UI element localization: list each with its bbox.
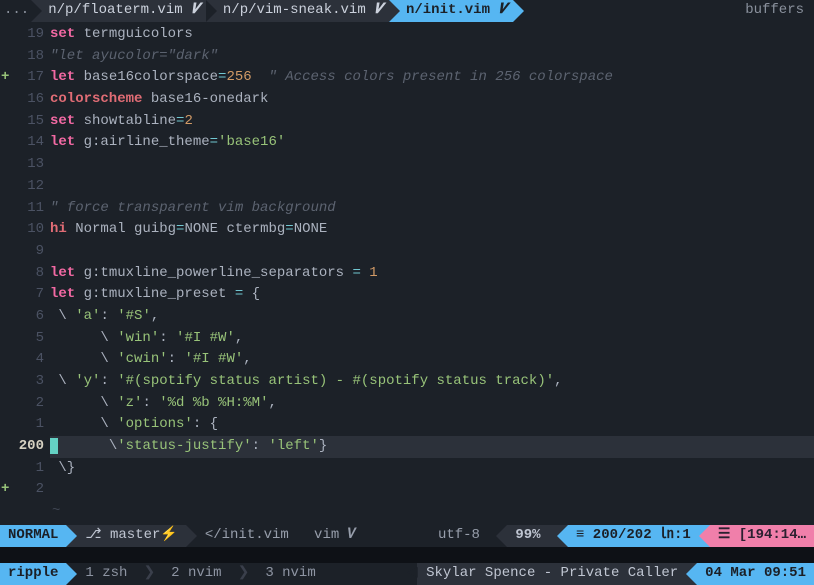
tab-label: n/p/vim-sneak.vim bbox=[223, 0, 366, 22]
branch-icon: ⎇ bbox=[85, 525, 101, 547]
git-add-sign: + bbox=[0, 479, 14, 501]
tab-label: n/p/floaterm.vim bbox=[48, 0, 182, 22]
tab-floaterm[interactable]: n/p/floaterm.vim 𝑽 bbox=[42, 0, 206, 22]
tab-sep bbox=[31, 0, 42, 22]
separator-gap bbox=[0, 547, 814, 563]
editor[interactable]: + + 19181716151413121110987654321 200 12… bbox=[0, 22, 814, 523]
warning-segment: ☰ [194:14… bbox=[710, 525, 814, 547]
encoding-segment: utf-8 bbox=[430, 525, 496, 547]
percent-segment: 99% bbox=[507, 525, 557, 547]
git-branch-segment: ⎇ master⚡ bbox=[77, 525, 185, 547]
modified-icon: 𝑽 bbox=[498, 0, 507, 22]
modified-icon: 𝑽 bbox=[374, 0, 383, 22]
tmux-status: ripple 1 zsh ❯ 2 nvim ❯ 3 nvim ◀ Skylar … bbox=[0, 563, 814, 585]
cursor-line: \'status-justify': 'left'} bbox=[50, 436, 814, 458]
tab-vim-sneak[interactable]: n/p/vim-sneak.vim 𝑽 bbox=[217, 0, 389, 22]
mode-segment: NORMAL bbox=[0, 525, 66, 547]
end-of-buffer: ~ bbox=[50, 501, 814, 523]
tmux-window-3[interactable]: 3 nvim bbox=[257, 563, 323, 585]
warn-icon: ☰ bbox=[718, 525, 739, 547]
filename-segment: </init.vim vim 𝑽 bbox=[197, 525, 365, 547]
sign-column: + + bbox=[0, 24, 14, 523]
tmux-window-1[interactable]: 1 zsh bbox=[77, 563, 135, 585]
tab-sep bbox=[389, 0, 400, 22]
git-add-sign: + bbox=[0, 67, 14, 89]
col-icon: ㏑ bbox=[660, 525, 674, 547]
buffers-label[interactable]: buffers bbox=[735, 0, 814, 22]
bolt-icon: ⚡ bbox=[160, 525, 177, 547]
status-line: NORMAL ⎇ master⚡ </init.vim vim 𝑽 utf-8 … bbox=[0, 525, 814, 547]
tab-init-vim-active[interactable]: n/init.vim 𝑽 bbox=[400, 0, 513, 22]
lines-icon: ≡ bbox=[576, 525, 593, 547]
tmux-spotify: ◀ Skylar Spence - Private Caller bbox=[417, 563, 686, 585]
tmux-session[interactable]: ripple bbox=[0, 563, 66, 585]
current-line-num: 200 bbox=[14, 436, 44, 458]
tmux-clock: 04 Mar 09:51 bbox=[697, 563, 814, 585]
tab-sep bbox=[513, 0, 524, 22]
tab-bar: ... n/p/floaterm.vim 𝑽 n/p/vim-sneak.vim… bbox=[0, 0, 814, 22]
filetype-segment: vim 𝑽 bbox=[314, 525, 356, 547]
tab-overflow[interactable]: ... bbox=[0, 0, 31, 22]
modified-icon: 𝑽 bbox=[191, 0, 200, 22]
tmux-window-2[interactable]: 2 nvim bbox=[163, 563, 229, 585]
tab-sep bbox=[206, 0, 217, 22]
tab-label: n/init.vim bbox=[406, 0, 490, 22]
code-area[interactable]: set termguicolors "let ayucolor="dark" l… bbox=[50, 24, 814, 523]
position-segment: ≡ 200/202 ㏑:1 bbox=[568, 525, 699, 547]
line-numbers: 19181716151413121110987654321 200 12 bbox=[14, 24, 50, 523]
